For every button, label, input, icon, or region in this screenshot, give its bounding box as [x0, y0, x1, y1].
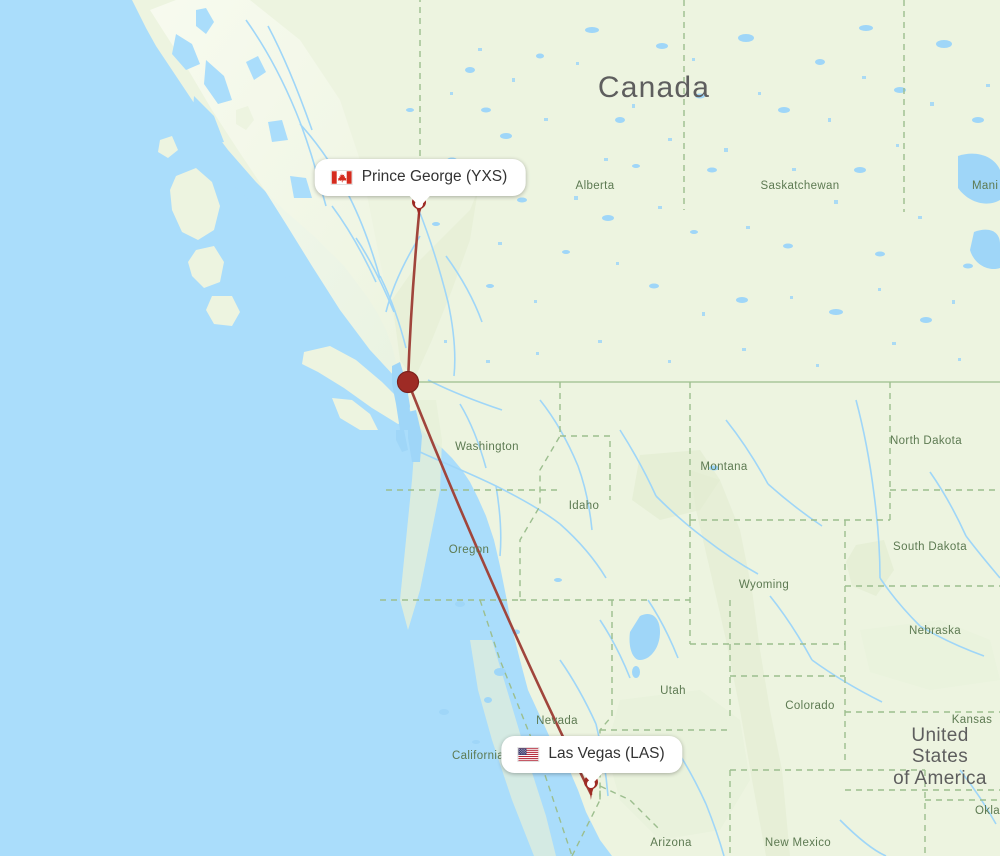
- airport-callout-las[interactable]: Las Vegas (LAS): [501, 736, 683, 784]
- callout-tail: [580, 772, 603, 784]
- airport-callout-label: Las Vegas (LAS): [548, 745, 665, 762]
- callout-tail: [409, 195, 431, 207]
- waypoint-marker[interactable]: [396, 370, 420, 394]
- canada-flag-icon: [330, 169, 353, 185]
- flight-route-path[interactable]: [406, 212, 593, 796]
- flight-route-map[interactable]: Canada United States of America Alberta S…: [0, 0, 1000, 856]
- route-layer: [396, 212, 593, 796]
- usa-flag-icon: [517, 746, 540, 762]
- airport-callout-label: Prince George (YXS): [361, 168, 508, 185]
- airport-callout-yxs[interactable]: Prince George (YXS): [314, 159, 526, 207]
